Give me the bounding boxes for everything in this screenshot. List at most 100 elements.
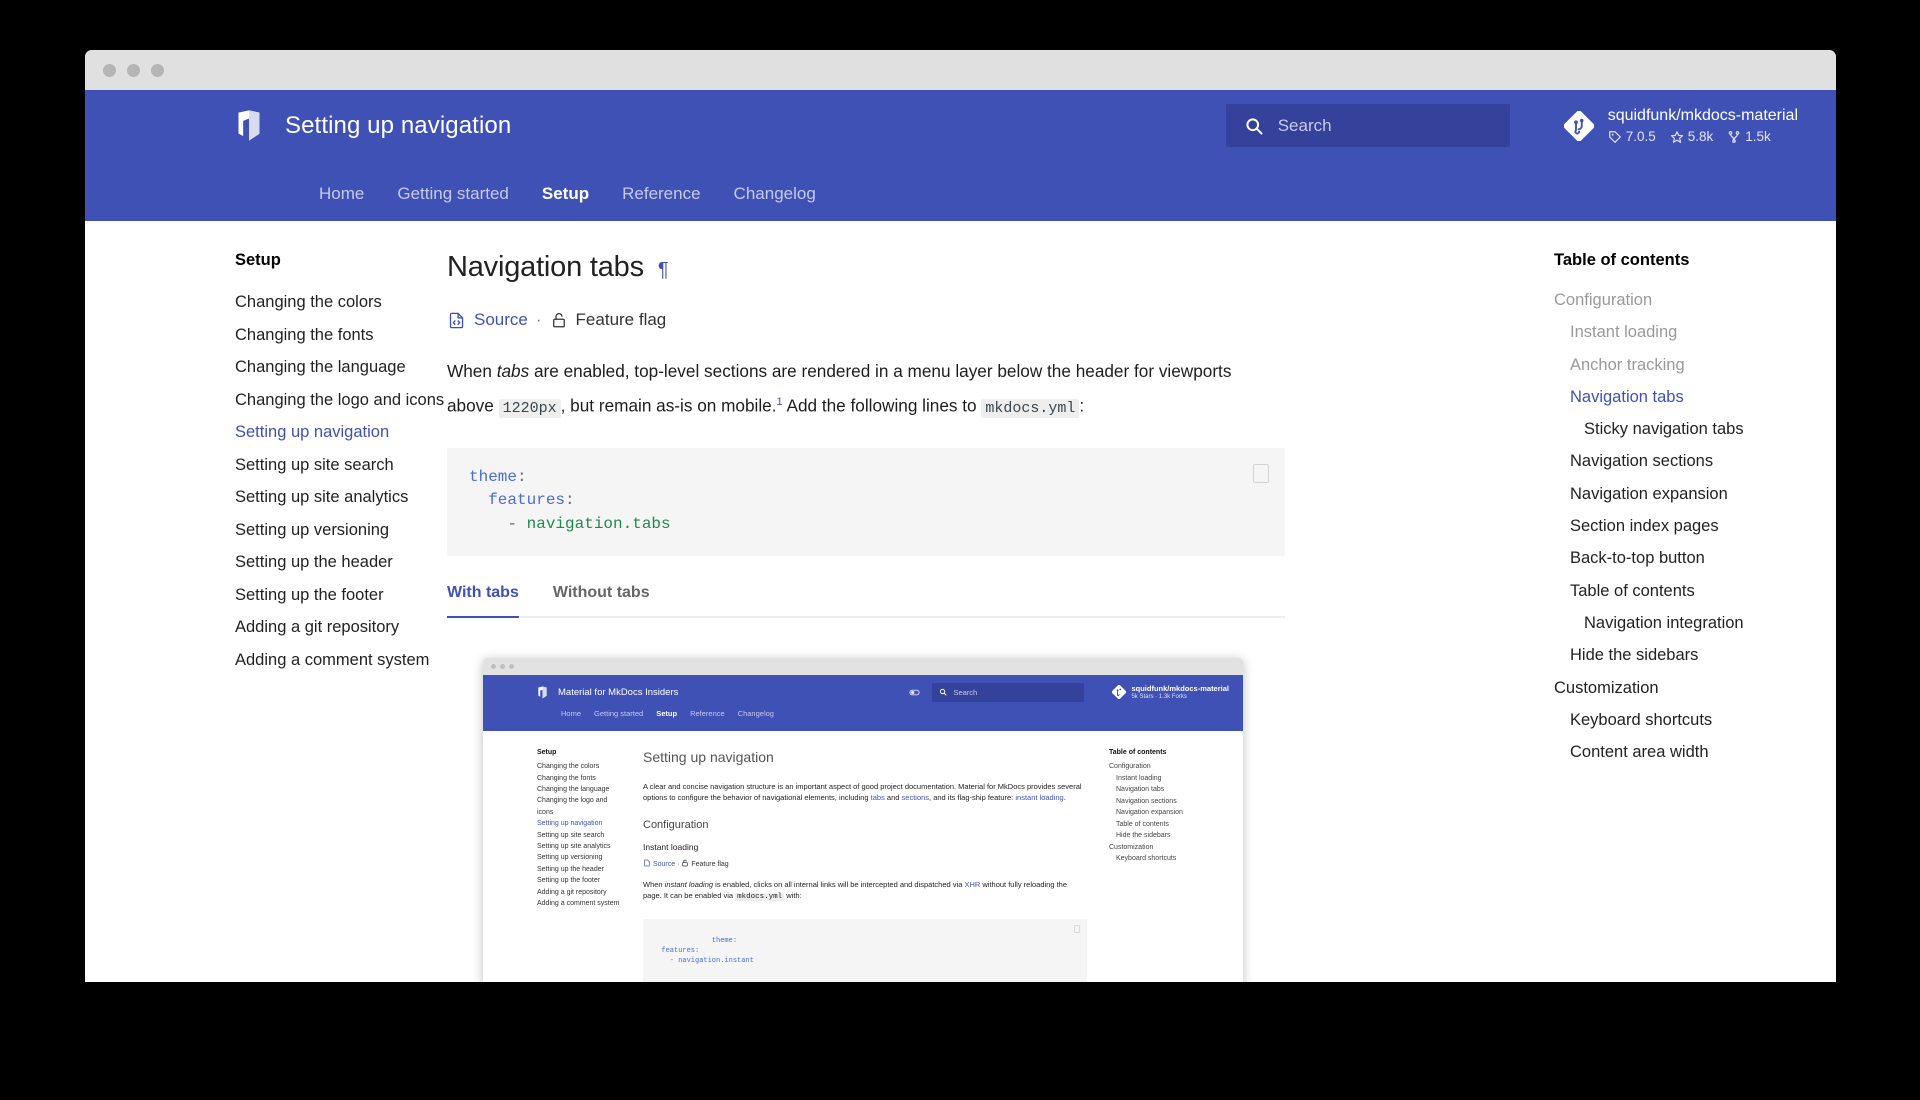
- embedded-main: Setting up navigation A clear and concis…: [623, 749, 1103, 982]
- para-emphasis-tabs: tabs: [496, 361, 530, 381]
- embedded-sidebar-item: Setting up site search: [537, 831, 605, 839]
- toc-item[interactable]: Content area width: [1554, 736, 1836, 768]
- sidebar-item[interactable]: Changing the fonts: [235, 319, 393, 352]
- embedded-sidebar-item: Setting up the footer: [537, 877, 601, 885]
- fork-icon: [1727, 130, 1741, 144]
- sidebar-item[interactable]: Setting up navigation: [235, 416, 393, 449]
- copy-icon[interactable]: [1253, 463, 1269, 483]
- embedded-sidebar-item: Setting up site analytics: [537, 843, 611, 851]
- toc-item[interactable]: Keyboard shortcuts: [1554, 704, 1836, 736]
- header-nav-tab[interactable]: Reference: [622, 184, 700, 204]
- sidebar-item[interactable]: Setting up site analytics: [235, 481, 408, 514]
- content-tabset: With tabs Without tabs: [447, 584, 1285, 619]
- embedded-toc-item: Navigation expansion: [1116, 809, 1183, 817]
- embedded-toc-item: Table of contents: [1116, 820, 1169, 828]
- page-body: Setup Changing the colors Changing the fo…: [85, 221, 1836, 982]
- search-icon: [1244, 116, 1264, 136]
- toc-item[interactable]: Navigation sections: [1554, 445, 1836, 477]
- toc-item[interactable]: Back-to-top button: [1554, 542, 1836, 574]
- repo-version-label: 7.0.5: [1625, 129, 1656, 144]
- embedded-sidebar-item: Adding a git repository: [537, 888, 607, 896]
- window-close-button[interactable]: [103, 63, 116, 77]
- repo-name: squidfunk/mkdocs-material: [1607, 107, 1798, 124]
- toc-item[interactable]: Configuration: [1554, 284, 1836, 316]
- embedded-paragraph: When instant loading is enabled, clicks …: [643, 879, 1087, 903]
- toc-item[interactable]: Table of contents: [1554, 575, 1836, 607]
- main-content: Navigation tabs ¶ Source · Feature flag …: [393, 251, 1486, 982]
- heading-anchor-link[interactable]: ¶: [658, 259, 669, 282]
- embedded-para-d: with:: [784, 891, 802, 901]
- para-text-3: , but remain as-is on mobile.: [560, 395, 777, 416]
- embedded-para-a: When: [643, 880, 665, 890]
- window-maximize-button[interactable]: [151, 63, 164, 77]
- embedded-sidebar-list: Changing the colors Changing the fonts Cha…: [537, 761, 623, 909]
- embedded-search-placeholder: Search: [953, 687, 978, 697]
- embedded-nav-tab: Setup: [656, 709, 678, 719]
- sidebar-item[interactable]: Setting up the footer: [235, 579, 393, 612]
- sidebar-item[interactable]: Setting up site search: [235, 449, 394, 482]
- toc-item[interactable]: Navigation expansion: [1554, 478, 1836, 510]
- lock-open-icon: [681, 860, 691, 868]
- repo-link[interactable]: squidfunk/mkdocs-material 7.0.5 5.8k 1.5…: [1563, 106, 1798, 145]
- search-input[interactable]: Search: [1225, 104, 1510, 147]
- sidebar-item[interactable]: Adding a comment system: [235, 644, 429, 677]
- sidebar-item[interactable]: Setting up versioning: [235, 514, 393, 547]
- brand[interactable]: Setting up navigation: [235, 110, 511, 141]
- embedded-sidebar-item: Setting up versioning: [537, 854, 603, 862]
- embedded-intro-link-instant: instant loading: [1015, 793, 1064, 803]
- repo-forks-label: 1.5k: [1745, 129, 1771, 144]
- sidebar-item[interactable]: Changing the colors: [235, 286, 393, 319]
- embedded-para-code: mkdocs.yml: [735, 893, 785, 902]
- sidebar-item[interactable]: Changing the logo and icons: [235, 384, 444, 417]
- toc-item[interactable]: Anchor tracking: [1554, 349, 1836, 381]
- toc-item[interactable]: Navigation integration: [1554, 607, 1836, 639]
- embedded-nav-tab: Changelog: [737, 709, 774, 719]
- toc-item[interactable]: Hide the sidebars: [1554, 639, 1836, 671]
- toc-item[interactable]: Sticky navigation tabs: [1554, 413, 1836, 445]
- embedded-screenshot: Material for MkDocs Insiders Search squi…: [483, 658, 1243, 982]
- embedded-toc-item: Navigation tabs: [1116, 786, 1165, 794]
- git-repo-icon: [1563, 110, 1594, 141]
- header-nav-tab[interactable]: Getting started: [397, 184, 509, 204]
- repo-stars-label: 5.8k: [1687, 129, 1714, 144]
- embedded-sidebar: Setup Changing the colors Changing the fo…: [483, 749, 623, 982]
- file-code-icon: [643, 859, 653, 868]
- browser-window: Setting up navigation Search squidfunk/m…: [85, 50, 1836, 982]
- content-tab[interactable]: With tabs: [447, 584, 541, 619]
- page-title: Setting up navigation: [285, 111, 512, 139]
- repo-version: 7.0.5: [1608, 128, 1656, 145]
- lock-open-icon: [550, 311, 568, 329]
- toc-item[interactable]: Section index pages: [1554, 510, 1836, 542]
- sidebar-item[interactable]: Adding a git repository: [235, 611, 399, 644]
- content-tab[interactable]: Without tabs: [553, 584, 672, 616]
- header-nav-tab[interactable]: Changelog: [734, 184, 816, 204]
- sidebar-item[interactable]: Changing the language: [235, 351, 406, 384]
- para-code-mkdocs: mkdocs.yml: [981, 398, 1080, 418]
- embedded-intro-b: and: [884, 793, 902, 803]
- embedded-source-link: Source: [652, 861, 676, 869]
- code-block-content: theme: features: - navigation.tabs: [469, 467, 671, 533]
- para-text-1: When: [447, 361, 497, 381]
- embedded-toc-list: Configuration Instant loading Navigation t…: [1109, 761, 1243, 865]
- header-nav-tab[interactable]: Setup: [542, 184, 589, 204]
- embedded-sidebar-item: Changing the fonts: [537, 774, 596, 782]
- embedded-toc-title: Table of contents: [1109, 749, 1167, 757]
- embedded-toc-item: Navigation sections: [1116, 797, 1177, 805]
- star-icon: [1670, 130, 1684, 144]
- repo-stars: 5.8k: [1670, 128, 1714, 145]
- embedded-toc-item: Configuration: [1109, 763, 1151, 771]
- toc-item[interactable]: Instant loading: [1554, 316, 1836, 348]
- window-minimize-button[interactable]: [127, 63, 140, 77]
- source-link[interactable]: Source: [474, 310, 528, 330]
- toc-item[interactable]: Customization: [1554, 672, 1836, 704]
- palette-toggle-icon: [909, 687, 921, 698]
- embedded-header-nav: Home Getting started Setup Reference Changel…: [483, 709, 1243, 731]
- toc-item[interactable]: Navigation tabs: [1554, 381, 1836, 413]
- code-block: theme: features: - navigation.tabs: [447, 447, 1285, 557]
- repo-forks: 1.5k: [1727, 128, 1771, 145]
- sidebar-title: Setup: [235, 251, 281, 269]
- embedded-para-link-xhr: XHR: [964, 880, 981, 890]
- header-nav-tab[interactable]: Home: [319, 184, 364, 204]
- search-container: Search: [1225, 104, 1510, 147]
- sidebar-item[interactable]: Setting up the header: [235, 546, 393, 579]
